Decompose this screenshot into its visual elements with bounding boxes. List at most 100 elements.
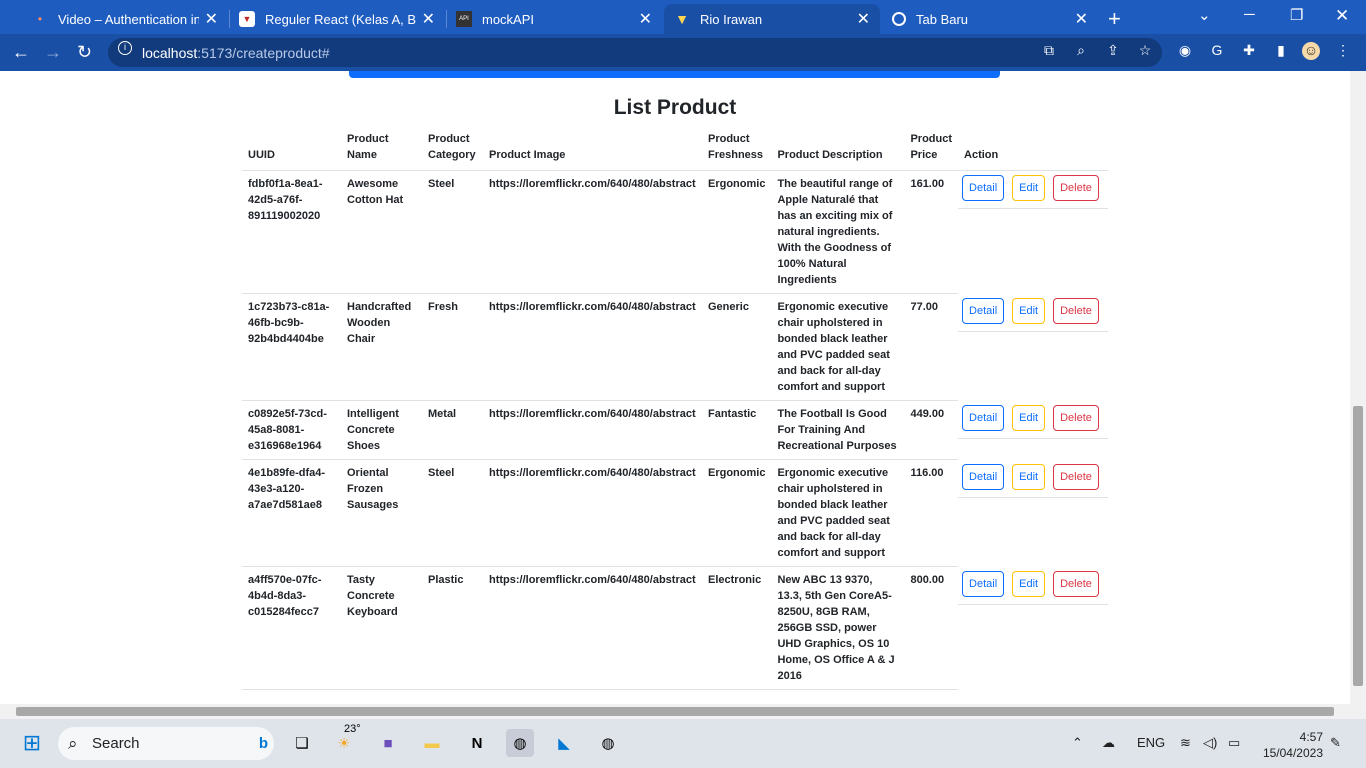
bookmark-icon: ▼: [239, 11, 255, 27]
network-off-icon[interactable]: ☁: [1102, 735, 1115, 751]
uuid-cell: 1c723b73-c81a-46fb-bc9b-92b4bd4404be: [242, 293, 341, 401]
back-icon[interactable]: ←: [12, 42, 30, 63]
tab-title: Tab Baru: [916, 11, 969, 27]
new-tab-icon[interactable]: +: [1108, 6, 1121, 32]
tab-video-authentication[interactable]: • Video – Authentication in React ✕: [22, 4, 228, 34]
task-view-icon[interactable]: ❏: [288, 729, 316, 757]
description-cell: New ABC 13 9370, 13.3, 5th Gen CoreA5-82…: [771, 566, 905, 690]
action-cell: Detail Edit Delete: [958, 294, 1109, 401]
close-tab-icon[interactable]: ✕: [857, 9, 870, 29]
close-window-icon[interactable]: ✕: [1335, 6, 1349, 26]
language-indicator[interactable]: ENG: [1137, 735, 1165, 750]
detail-button[interactable]: Detail: [962, 297, 1005, 324]
weather-temp: 23°: [344, 723, 361, 735]
close-tab-icon[interactable]: ✕: [1075, 9, 1088, 29]
scrollbar-thumb[interactable]: [1353, 406, 1363, 686]
detail-button[interactable]: Detail: [962, 175, 1005, 201]
uuid-cell: fdbf0f1a-8ea1-42d5-a76f-891119002020: [242, 170, 341, 294]
price-cell: 449.00: [904, 400, 959, 460]
restore-icon[interactable]: ❐: [1290, 6, 1303, 24]
price-cell: 800.00: [904, 566, 959, 690]
bookmark-star-icon[interactable]: ☆: [1136, 42, 1154, 60]
image-url-cell: https://loremflickr.com/640/480/abstract: [483, 400, 702, 460]
delete-button[interactable]: Delete: [1053, 404, 1099, 431]
extensions-puzzle-icon[interactable]: ✚: [1240, 42, 1258, 60]
tab-title: Rio Irawan: [700, 11, 763, 27]
detail-button[interactable]: Detail: [962, 404, 1005, 431]
show-hidden-icons[interactable]: ⌃: [1072, 735, 1083, 751]
close-tab-icon[interactable]: ✕: [422, 9, 435, 29]
edit-button[interactable]: Edit: [1012, 570, 1046, 597]
url-path: :5173/createproduct#: [197, 44, 330, 61]
forward-icon[interactable]: →: [44, 42, 62, 63]
action-buttons: Detail Edit Delete: [958, 460, 1109, 498]
reload-icon[interactable]: ↻: [77, 42, 92, 63]
battery-icon[interactable]: ▭: [1228, 735, 1240, 751]
close-tab-icon[interactable]: ✕: [205, 9, 218, 29]
column-header: Product Image: [483, 131, 702, 171]
side-panel-icon[interactable]: ▮: [1272, 42, 1290, 60]
scrollbar-thumb[interactable]: [16, 707, 1334, 716]
zoom-icon[interactable]: ⌕: [1072, 42, 1090, 60]
search-label: Search: [92, 735, 140, 752]
google-translate-icon[interactable]: G: [1208, 42, 1226, 60]
tab-reguler-react[interactable]: ▼ Reguler React (Kelas A, B, dan C) ✕: [229, 4, 445, 34]
edit-button[interactable]: Edit: [1012, 175, 1046, 201]
tab-title: Reguler React (Kelas A, B, dan C): [265, 11, 416, 27]
tab-tab-baru[interactable]: Tab Baru ✕: [882, 4, 1098, 34]
chrome-profile-icon[interactable]: ◍: [594, 729, 622, 757]
menu-kebab-icon[interactable]: ⋮: [1334, 42, 1352, 60]
edit-button[interactable]: Edit: [1012, 404, 1046, 431]
url-host: localhost: [142, 44, 198, 61]
edit-button[interactable]: Edit: [1012, 463, 1046, 490]
tab-strip: • Video – Authentication in React ✕ ▼ Re…: [0, 0, 1366, 34]
action-cell: Detail Edit Delete: [958, 401, 1109, 460]
chrome-taskbar-icon[interactable]: ◍: [506, 729, 534, 757]
column-header: Product Price: [904, 131, 959, 171]
file-explorer-icon[interactable]: ▬: [418, 729, 446, 757]
uuid-cell: c0892e5f-73cd-45a8-8081-e316968e1964: [242, 400, 341, 460]
delete-button[interactable]: Delete: [1053, 175, 1099, 201]
freshness-cell: Electronic: [702, 566, 772, 690]
submit-button-edge[interactable]: [349, 71, 1000, 78]
notifications-icon[interactable]: ✎: [1330, 735, 1341, 751]
edit-button[interactable]: Edit: [1012, 297, 1046, 324]
action-buttons: Detail Edit Delete: [958, 294, 1109, 332]
profile-avatar[interactable]: ☺: [1302, 42, 1320, 60]
delete-button[interactable]: Delete: [1053, 570, 1099, 597]
extension-circle-icon[interactable]: ◉: [1176, 42, 1194, 60]
vscode-icon[interactable]: ◣: [550, 729, 578, 757]
volume-icon[interactable]: ◁): [1203, 735, 1217, 751]
clock[interactable]: 4:57 15/04/2023: [1263, 729, 1323, 761]
vertical-scrollbar[interactable]: [1350, 71, 1366, 704]
site-info-icon[interactable]: i: [118, 41, 132, 55]
tab-title: Video – Authentication in React: [58, 11, 199, 27]
name-cell: Tasty Concrete Keyboard: [341, 566, 422, 690]
column-header: Product Name: [341, 131, 422, 171]
column-header: UUID: [242, 131, 341, 171]
uuid-cell: 4e1b89fe-dfa4-43e3-a120-a7ae7d581ae8: [242, 459, 341, 567]
product-table: UUID Product Name Product Category Produ…: [242, 131, 1109, 690]
category-cell: Steel: [422, 459, 483, 567]
share-icon[interactable]: ⇪: [1104, 42, 1122, 60]
freshness-cell: Fantastic: [702, 400, 772, 460]
windows-start-icon[interactable]: ⊞: [18, 729, 46, 757]
minimize-icon[interactable]: ─: [1244, 6, 1255, 23]
close-tab-icon[interactable]: ✕: [639, 9, 652, 29]
delete-button[interactable]: Delete: [1053, 297, 1099, 324]
weather-widget[interactable]: ☀ 23°: [330, 723, 361, 757]
detail-button[interactable]: Detail: [962, 570, 1005, 597]
tab-search-chevron-icon[interactable]: ⌄: [1198, 6, 1211, 24]
wifi-icon[interactable]: ≋: [1180, 735, 1191, 751]
tab-rio-irawan[interactable]: ▼ Rio Irawan ✕: [664, 4, 880, 34]
translate-icon[interactable]: ⧉: [1040, 42, 1058, 60]
delete-button[interactable]: Delete: [1053, 463, 1099, 490]
address-bar[interactable]: localhost:5173/createproduct#: [108, 38, 1162, 67]
horizontal-scrollbar[interactable]: [0, 704, 1366, 719]
tab-mockapi[interactable]: API mockAPI ✕: [446, 4, 662, 34]
meet-icon[interactable]: ■: [374, 729, 402, 757]
page-viewport: List Product UUID Product Name Product C…: [0, 71, 1350, 704]
detail-button[interactable]: Detail: [962, 463, 1005, 490]
taskbar-search[interactable]: ⌕ Search b: [58, 727, 274, 760]
notion-icon[interactable]: N: [463, 729, 491, 757]
